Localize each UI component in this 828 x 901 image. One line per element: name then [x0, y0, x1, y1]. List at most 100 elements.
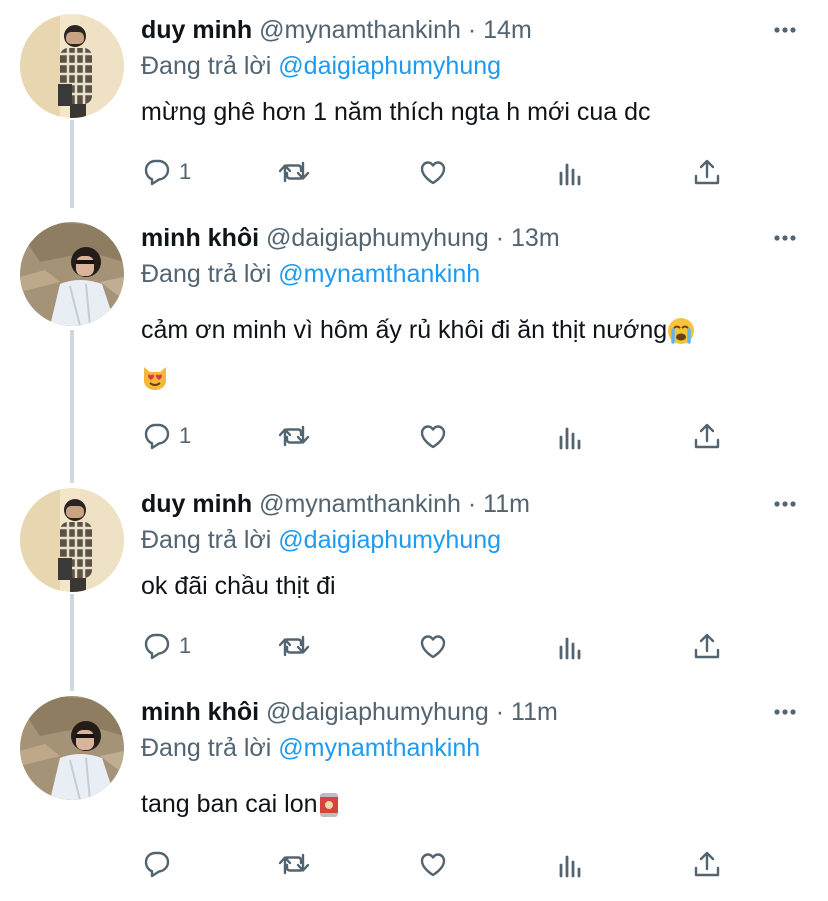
tweet-header: duy minh @mynamthankinh · 11m — [141, 486, 530, 522]
tweet-header: duy minh @mynamthankinh · 14m — [141, 12, 532, 48]
like-button[interactable] — [417, 418, 449, 454]
tweet-text: tang ban cai lon — [141, 780, 340, 828]
replying-to: Đang trả lời @mynamthankinh — [141, 256, 480, 292]
analytics-icon — [559, 855, 581, 878]
reply-icon — [144, 851, 170, 878]
retweet-icon — [278, 853, 310, 875]
tweet[interactable]: duy minh @mynamthankinh · 11m Đang trả l… — [0, 486, 828, 676]
display-name[interactable]: minh khôi — [141, 698, 259, 726]
user-handle[interactable]: @daigiaphumyhung — [266, 224, 489, 252]
tweet-text-line: tang ban cai lon — [141, 790, 318, 818]
share-icon — [694, 423, 720, 449]
action-bar: 1 — [141, 418, 741, 454]
tweet-text: mừng ghê hơn 1 năm thích ngta h mới cua … — [141, 88, 651, 136]
share-icon — [694, 851, 720, 877]
action-bar — [141, 846, 741, 882]
more-icon[interactable] — [770, 486, 800, 522]
share-icon — [694, 633, 720, 659]
reply-icon — [144, 633, 170, 660]
mention-link[interactable]: @daigiaphumyhung — [278, 52, 501, 80]
user-handle[interactable]: @mynamthankinh — [259, 16, 461, 44]
tweet[interactable]: minh khôi @daigiaphumyhung · 13m Đang tr… — [0, 220, 828, 470]
separator: · — [495, 698, 505, 726]
tweet-text: ok đãi chầu thịt đi — [141, 562, 336, 610]
timestamp[interactable]: 11m — [483, 490, 530, 518]
user-handle[interactable]: @mynamthankinh — [259, 490, 461, 518]
reply-icon — [144, 423, 170, 450]
display-name[interactable]: minh khôi — [141, 224, 259, 252]
retweet-icon — [278, 425, 310, 447]
like-icon — [420, 425, 446, 449]
like-icon — [420, 161, 446, 185]
timestamp[interactable]: 13m — [511, 224, 560, 252]
mention-link[interactable]: @mynamthankinh — [278, 734, 480, 762]
replying-label: Đang trả lời — [141, 260, 272, 288]
retweet-icon — [278, 635, 310, 657]
tweet-header: minh khôi @daigiaphumyhung · 13m — [141, 220, 560, 256]
analytics-button[interactable] — [555, 628, 585, 664]
avatar[interactable] — [20, 488, 124, 592]
mention-link[interactable]: @daigiaphumyhung — [278, 526, 501, 554]
retweet-button[interactable] — [277, 846, 311, 882]
tweet[interactable]: minh khôi @daigiaphumyhung · 11m Đang tr… — [0, 694, 828, 894]
reply-button[interactable]: 1 — [141, 418, 191, 454]
reply-count: 1 — [179, 633, 192, 658]
tweet-text-line: cảm ơn minh vì hôm ấy rủ khôi đi ăn thịt… — [141, 316, 668, 344]
share-button[interactable] — [691, 154, 723, 190]
share-button[interactable] — [691, 628, 723, 664]
separator: · — [495, 224, 505, 252]
analytics-icon — [559, 637, 581, 660]
display-name[interactable]: duy minh — [141, 16, 252, 44]
analytics-button[interactable] — [555, 418, 585, 454]
replying-label: Đang trả lời — [141, 734, 272, 762]
reply-button[interactable]: 1 — [141, 628, 191, 664]
replying-to: Đang trả lời @daigiaphumyhung — [141, 522, 501, 558]
reply-icon — [144, 159, 170, 186]
share-button[interactable] — [691, 418, 723, 454]
share-button[interactable] — [691, 846, 723, 882]
reply-count: 1 — [179, 159, 192, 184]
like-button[interactable] — [417, 154, 449, 190]
crying-face-emoji — [668, 318, 695, 345]
retweet-button[interactable] — [277, 154, 311, 190]
reply-count: 1 — [179, 423, 192, 448]
mention-link[interactable]: @mynamthankinh — [278, 260, 480, 288]
action-bar: 1 — [141, 628, 741, 664]
replying-label: Đang trả lời — [141, 526, 272, 554]
tweet-header: minh khôi @daigiaphumyhung · 11m — [141, 694, 558, 730]
timestamp[interactable]: 11m — [511, 698, 558, 726]
share-icon — [694, 159, 720, 185]
analytics-icon — [559, 427, 581, 450]
like-icon — [420, 635, 446, 659]
display-name[interactable]: duy minh — [141, 490, 252, 518]
user-handle[interactable]: @daigiaphumyhung — [266, 698, 489, 726]
can-emoji — [319, 793, 338, 818]
more-icon[interactable] — [770, 694, 800, 730]
more-icon[interactable] — [770, 12, 800, 48]
tweet-text-line: ok đãi chầu thịt đi — [141, 572, 336, 600]
action-bar: 1 — [141, 154, 741, 190]
analytics-button[interactable] — [555, 846, 585, 882]
tweet-text-emoji-line — [141, 352, 169, 400]
reply-button[interactable]: 1 — [141, 154, 191, 190]
avatar[interactable] — [20, 696, 124, 800]
avatar[interactable] — [20, 14, 124, 118]
tweet-text: cảm ơn minh vì hôm ấy rủ khôi đi ăn thịt… — [141, 306, 695, 354]
tweet[interactable]: duy minh @mynamthankinh · 14m Đang trả l… — [0, 12, 828, 202]
retweet-button[interactable] — [277, 628, 311, 664]
replying-to: Đang trả lời @mynamthankinh — [141, 730, 480, 766]
tweet-text-line: mừng ghê hơn 1 năm thích ngta h mới cua … — [141, 98, 651, 126]
reply-button[interactable] — [141, 846, 179, 882]
timestamp[interactable]: 14m — [483, 16, 532, 44]
like-button[interactable] — [417, 846, 449, 882]
avatar[interactable] — [20, 222, 124, 326]
more-icon[interactable] — [770, 220, 800, 256]
separator: · — [467, 16, 477, 44]
like-icon — [420, 853, 446, 877]
retweet-button[interactable] — [277, 418, 311, 454]
replying-to: Đang trả lời @daigiaphumyhung — [141, 48, 501, 84]
heart-eyes-cat-emoji — [144, 367, 166, 391]
analytics-button[interactable] — [555, 154, 585, 190]
separator: · — [467, 490, 477, 518]
like-button[interactable] — [417, 628, 449, 664]
